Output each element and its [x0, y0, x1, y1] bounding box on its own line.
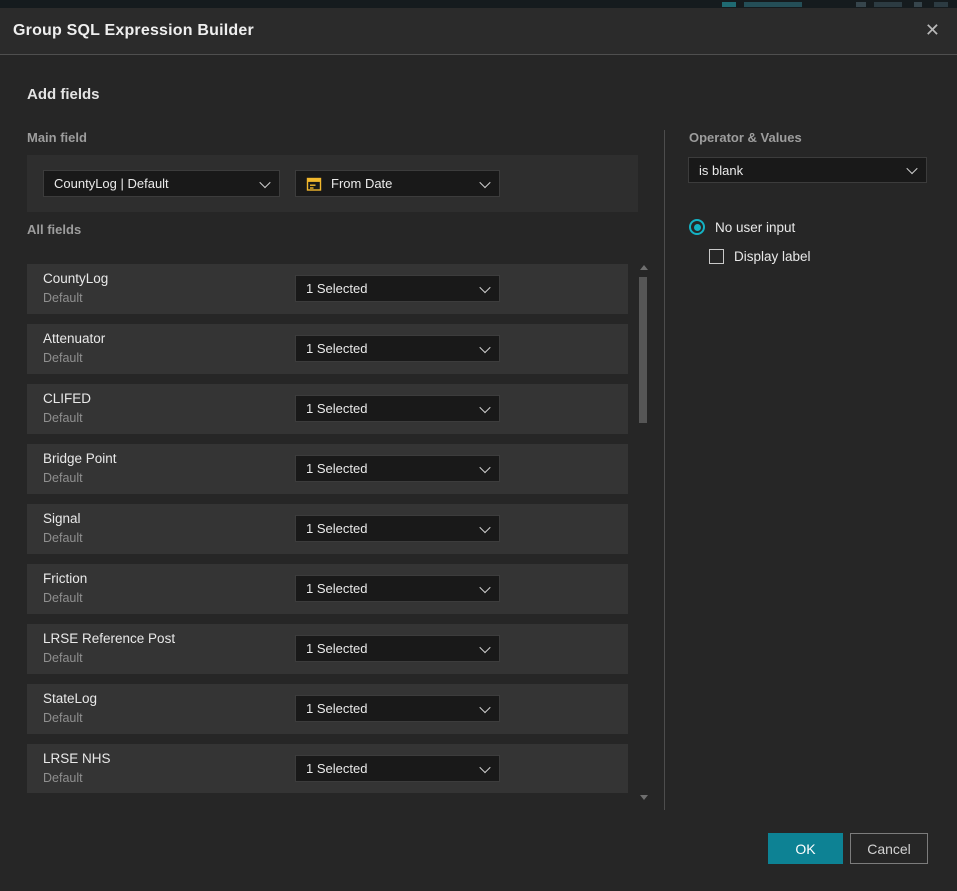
field-name: Attenuator [43, 331, 105, 346]
field-selection-select[interactable]: 1 Selected [295, 695, 500, 722]
field-name: Signal [43, 511, 81, 526]
field-subtitle: Default [43, 771, 83, 785]
field-selection-value: 1 Selected [306, 521, 473, 536]
chevron-down-icon [479, 281, 490, 292]
chevron-down-icon [479, 461, 490, 472]
panel-divider [664, 130, 665, 810]
main-field-source-select[interactable]: CountyLog | Default [43, 170, 280, 197]
field-row-statelog: StateLog Default 1 Selected [27, 684, 628, 734]
field-selection-select[interactable]: 1 Selected [295, 575, 500, 602]
display-label-label: Display label [734, 249, 811, 264]
field-row-lrse-reference-post: LRSE Reference Post Default 1 Selected [27, 624, 628, 674]
dialog-titlebar: Group SQL Expression Builder ✕ [0, 8, 957, 54]
chevron-down-icon [479, 701, 490, 712]
chevron-down-icon [479, 401, 490, 412]
field-selection-select[interactable]: 1 Selected [295, 635, 500, 662]
chevron-down-icon [479, 341, 490, 352]
field-subtitle: Default [43, 351, 83, 365]
dialog-title: Group SQL Expression Builder [13, 8, 254, 54]
chevron-down-icon [259, 176, 270, 187]
background-fragment [934, 2, 948, 7]
field-selection-select[interactable]: 1 Selected [295, 275, 500, 302]
background-fragment [856, 2, 866, 7]
all-fields-label: All fields [27, 222, 81, 237]
radio-selected-icon [689, 219, 705, 235]
chevron-down-icon [479, 641, 490, 652]
field-selection-select[interactable]: 1 Selected [295, 755, 500, 782]
field-name: Bridge Point [43, 451, 117, 466]
field-selection-value: 1 Selected [306, 341, 473, 356]
field-subtitle: Default [43, 651, 83, 665]
ok-button[interactable]: OK [768, 833, 843, 864]
triangle-down-icon[interactable] [640, 795, 648, 800]
field-row-attenuator: Attenuator Default 1 Selected [27, 324, 628, 374]
no-user-input-label: No user input [715, 220, 795, 235]
list-scrollbar[interactable] [637, 260, 649, 805]
field-row-clifed: CLIFED Default 1 Selected [27, 384, 628, 434]
all-fields-list: CountyLog Default 1 Selected Attenuator … [27, 264, 628, 793]
field-selection-value: 1 Selected [306, 641, 473, 656]
close-icon[interactable]: ✕ [925, 8, 940, 54]
background-app-strip [0, 0, 957, 8]
chevron-down-icon [479, 521, 490, 532]
field-selection-value: 1 Selected [306, 701, 473, 716]
field-selection-select[interactable]: 1 Selected [295, 395, 500, 422]
chevron-down-icon [479, 176, 490, 187]
field-row-bridge-point: Bridge Point Default 1 Selected [27, 444, 628, 494]
cancel-button[interactable]: Cancel [850, 833, 928, 864]
field-selection-value: 1 Selected [306, 281, 473, 296]
field-name: StateLog [43, 691, 97, 706]
field-subtitle: Default [43, 591, 83, 605]
field-selection-value: 1 Selected [306, 761, 473, 776]
field-name: CLIFED [43, 391, 91, 406]
checkbox-unchecked-icon [709, 249, 724, 264]
main-field-field-value: From Date [331, 176, 473, 191]
field-selection-select[interactable]: 1 Selected [295, 455, 500, 482]
field-selection-select[interactable]: 1 Selected [295, 515, 500, 542]
field-name: CountyLog [43, 271, 108, 286]
field-row-countylog: CountyLog Default 1 Selected [27, 264, 628, 314]
add-fields-heading: Add fields [27, 86, 100, 103]
field-subtitle: Default [43, 711, 83, 725]
triangle-up-icon[interactable] [640, 265, 648, 270]
background-fragment [722, 2, 736, 7]
field-subtitle: Default [43, 411, 83, 425]
calendar-date-icon [306, 176, 322, 192]
main-field-panel: CountyLog | Default From Date [27, 155, 638, 212]
chevron-down-icon [479, 761, 490, 772]
chevron-down-icon [906, 163, 917, 174]
field-name: LRSE NHS [43, 751, 111, 766]
group-sql-expression-builder-dialog: Group SQL Expression Builder ✕ Add field… [0, 0, 957, 891]
background-fragment [914, 2, 922, 7]
field-selection-select[interactable]: 1 Selected [295, 335, 500, 362]
operator-value: is blank [699, 163, 900, 178]
chevron-down-icon [479, 581, 490, 592]
field-row-lrse-nhs: LRSE NHS Default 1 Selected [27, 744, 628, 793]
no-user-input-radio[interactable]: No user input [689, 219, 795, 235]
field-name: LRSE Reference Post [43, 631, 175, 646]
operator-select[interactable]: is blank [688, 157, 927, 183]
field-selection-value: 1 Selected [306, 401, 473, 416]
field-selection-value: 1 Selected [306, 461, 473, 476]
titlebar-divider [0, 54, 957, 55]
field-row-friction: Friction Default 1 Selected [27, 564, 628, 614]
main-field-field-select[interactable]: From Date [295, 170, 500, 197]
field-subtitle: Default [43, 291, 83, 305]
field-subtitle: Default [43, 471, 83, 485]
field-selection-value: 1 Selected [306, 581, 473, 596]
field-name: Friction [43, 571, 87, 586]
operator-values-label: Operator & Values [689, 130, 802, 145]
background-fragment [874, 2, 902, 7]
main-field-label: Main field [27, 130, 87, 145]
field-subtitle: Default [43, 531, 83, 545]
background-fragment [744, 2, 802, 7]
scrollbar-thumb[interactable] [639, 277, 647, 423]
field-row-signal: Signal Default 1 Selected [27, 504, 628, 554]
main-field-source-value: CountyLog | Default [54, 176, 253, 191]
display-label-checkbox[interactable]: Display label [709, 249, 811, 264]
